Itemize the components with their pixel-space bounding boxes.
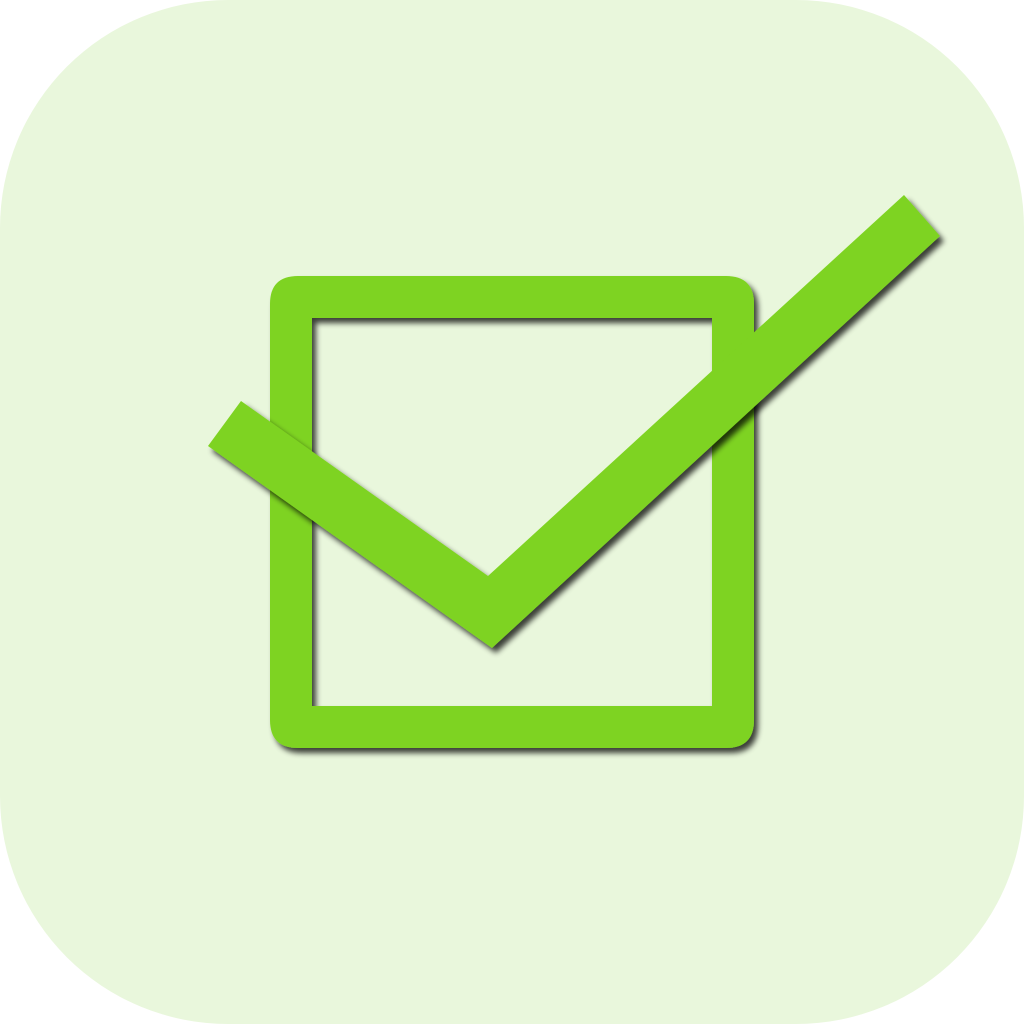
- checkmark-icon: [208, 195, 940, 648]
- checkbox-checked-icon: [208, 195, 940, 748]
- app-icon-tile[interactable]: [0, 0, 1024, 1024]
